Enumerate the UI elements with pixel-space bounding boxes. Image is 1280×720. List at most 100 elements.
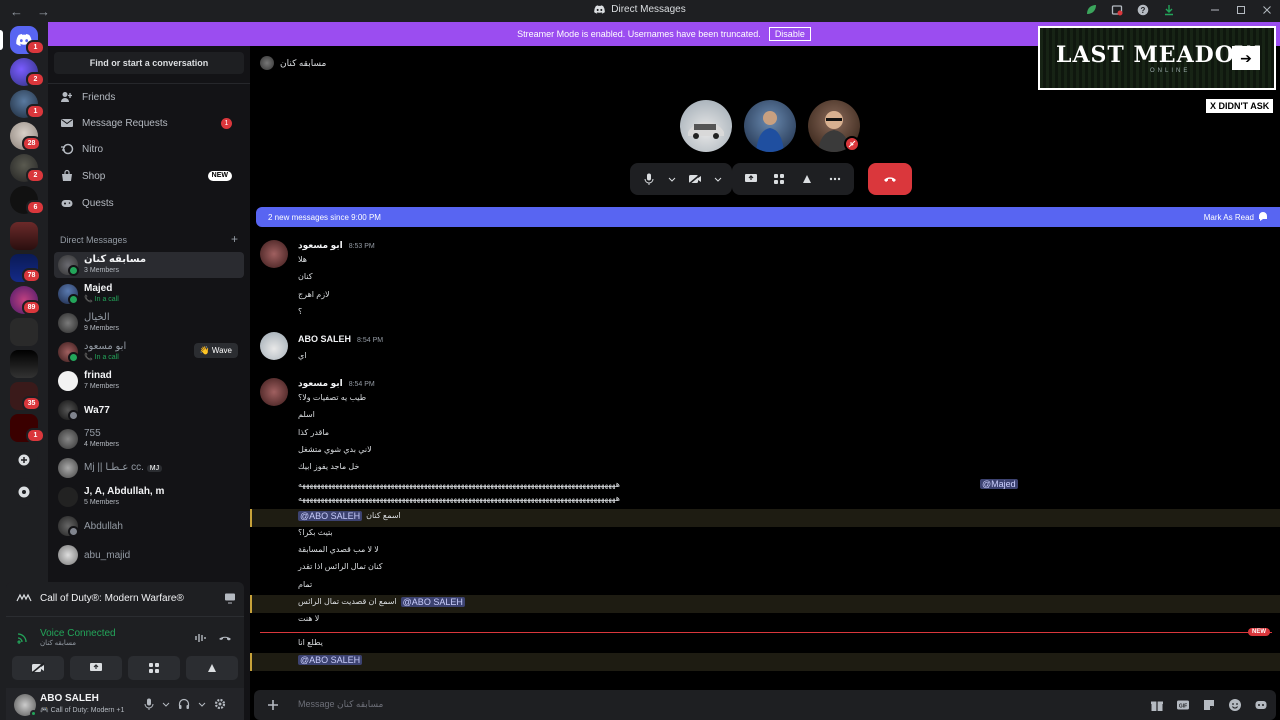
- car-avatar-icon: [688, 122, 724, 139]
- gift-icon[interactable]: [1150, 698, 1164, 712]
- message-input[interactable]: Message مسابقه كنان: [298, 699, 383, 710]
- dm-item[interactable]: 755 4 Members: [54, 426, 244, 452]
- dm-name: ابو مسعود: [84, 341, 127, 352]
- call-participant[interactable]: [680, 100, 732, 152]
- dm-sub: 9 Members: [84, 325, 120, 332]
- soundboard-button[interactable]: [798, 170, 816, 188]
- leaf-icon[interactable]: [1084, 3, 1098, 17]
- dm-item[interactable]: Abdullah: [54, 513, 244, 539]
- mark-read-button[interactable]: Mark As Read: [1204, 212, 1268, 222]
- activities-button[interactable]: [770, 170, 788, 188]
- activities-icon: [774, 174, 784, 184]
- mic-options[interactable]: [668, 170, 676, 188]
- headphones-icon[interactable]: [178, 698, 190, 710]
- message-line: @ABO SALEH: [298, 655, 363, 665]
- soundboard-icon: [803, 175, 811, 183]
- dm-item[interactable]: frinad 7 Members: [54, 368, 244, 394]
- camera-options[interactable]: [714, 170, 722, 188]
- activities-button[interactable]: [128, 656, 180, 680]
- emoji-icon[interactable]: [1228, 698, 1242, 712]
- camera-button[interactable]: [12, 656, 64, 680]
- message-line: اسمع ان قصديت تمال الرائس @ABO SALEH: [298, 597, 465, 607]
- mic-button[interactable]: [640, 170, 658, 188]
- avatar[interactable]: [14, 694, 37, 717]
- gear-icon[interactable]: [214, 698, 226, 710]
- dm-item[interactable]: abu_majid: [54, 542, 244, 568]
- wave-button[interactable]: 👋 Wave: [193, 343, 238, 358]
- screen-share-icon[interactable]: [224, 592, 236, 604]
- message-author[interactable]: ابو مسعود: [298, 240, 343, 251]
- nav-friends[interactable]: Friends: [54, 85, 244, 109]
- noise-suppression-icon[interactable]: [194, 632, 208, 644]
- disable-streamer-button[interactable]: Disable: [768, 27, 811, 41]
- online-dot: [68, 352, 79, 363]
- message-author[interactable]: ABO SALEH: [298, 334, 351, 344]
- hangup-button[interactable]: [868, 163, 912, 195]
- dm-item[interactable]: ابو مسعود 📞 In a call 👋 Wave: [54, 339, 244, 365]
- dm-sub: 4 Members: [84, 441, 120, 448]
- plus-icon[interactable]: [266, 698, 280, 712]
- dm-item[interactable]: Wa77: [54, 397, 244, 423]
- mic-icon[interactable]: [144, 698, 154, 710]
- message-line: خل ماجد يفوز ابيك: [298, 462, 360, 471]
- dm-name-text: Mj || عـطـا cc.: [84, 462, 144, 473]
- download-icon[interactable]: [1162, 3, 1176, 17]
- dm-item[interactable]: Mj || عـطـا cc. MJ: [54, 455, 244, 481]
- nav-shop[interactable]: Shop NEW: [54, 164, 244, 188]
- unread-badge: 89: [22, 300, 41, 315]
- server-icon[interactable]: [10, 222, 38, 250]
- channel-header: مسابقه كنان: [260, 56, 326, 70]
- add-server-button[interactable]: [10, 446, 38, 474]
- call-participant[interactable]: [744, 100, 796, 152]
- discover-button[interactable]: [10, 478, 38, 506]
- plus-icon: [18, 454, 30, 466]
- dm-item[interactable]: J, A, Abdullah, m 5 Members: [54, 484, 244, 510]
- gif-icon[interactable]: GIF: [1176, 698, 1190, 712]
- activity-game: Call of Duty®: Modern Warfare®: [40, 592, 184, 604]
- call-media-controls: [630, 163, 732, 195]
- nav-quests[interactable]: Quests: [54, 191, 244, 215]
- mention-highlight: [250, 653, 1280, 671]
- server-icon[interactable]: [10, 350, 38, 378]
- avatar[interactable]: [260, 240, 288, 268]
- nav-nitro[interactable]: Nitro: [54, 137, 244, 161]
- forward-button[interactable]: →: [37, 4, 50, 19]
- dm-item[interactable]: مسابقه كنان 3 Members: [54, 252, 244, 278]
- message-author[interactable]: ابو مسعود: [298, 378, 343, 389]
- disconnect-icon[interactable]: [218, 632, 232, 644]
- dm-item[interactable]: الخيال 9 Members: [54, 310, 244, 336]
- minimize-icon[interactable]: [1208, 3, 1222, 17]
- dm-sub-text: In a call: [94, 296, 119, 303]
- title-bar: ← → Direct Messages ?: [0, 0, 1280, 22]
- mention[interactable]: @Majed: [980, 479, 1018, 489]
- help-icon[interactable]: ?: [1136, 3, 1150, 17]
- avatar: [58, 458, 78, 478]
- chevron-down-icon[interactable]: [162, 700, 170, 708]
- more-button[interactable]: [826, 170, 844, 188]
- message-line: لا لا مب قصدي المسابقة: [298, 545, 379, 554]
- maximize-icon[interactable]: [1234, 3, 1248, 17]
- back-button[interactable]: ←: [10, 4, 23, 19]
- server-icon[interactable]: [10, 318, 38, 346]
- inbox-icon[interactable]: [1110, 3, 1124, 17]
- find-conversation-button[interactable]: Find or start a conversation: [54, 52, 244, 74]
- dm-item[interactable]: Majed 📞 In a call: [54, 281, 244, 307]
- share-screen-button[interactable]: [70, 656, 122, 680]
- mention[interactable]: @ABO SALEH: [400, 597, 465, 607]
- soundboard-button[interactable]: [186, 656, 238, 680]
- create-dm-button[interactable]: +: [231, 233, 238, 245]
- dm-name: Majed: [84, 283, 113, 294]
- apps-icon[interactable]: [1254, 698, 1268, 712]
- new-messages-bar[interactable]: 2 new messages since 9:00 PM Mark As Rea…: [256, 207, 1280, 227]
- avatar[interactable]: [260, 378, 288, 406]
- share-screen-button[interactable]: [742, 170, 760, 188]
- mention[interactable]: @ABO SALEH: [298, 655, 363, 665]
- camera-button[interactable]: [686, 170, 704, 188]
- avatar[interactable]: [260, 332, 288, 360]
- sticker-icon[interactable]: [1202, 698, 1216, 712]
- close-icon[interactable]: [1260, 3, 1274, 17]
- chevron-down-icon[interactable]: [198, 700, 206, 708]
- nav-message-requests[interactable]: Message Requests 1: [54, 111, 244, 135]
- mention[interactable]: @ABO SALEH: [298, 511, 363, 521]
- svg-text:GIF: GIF: [1179, 704, 1187, 710]
